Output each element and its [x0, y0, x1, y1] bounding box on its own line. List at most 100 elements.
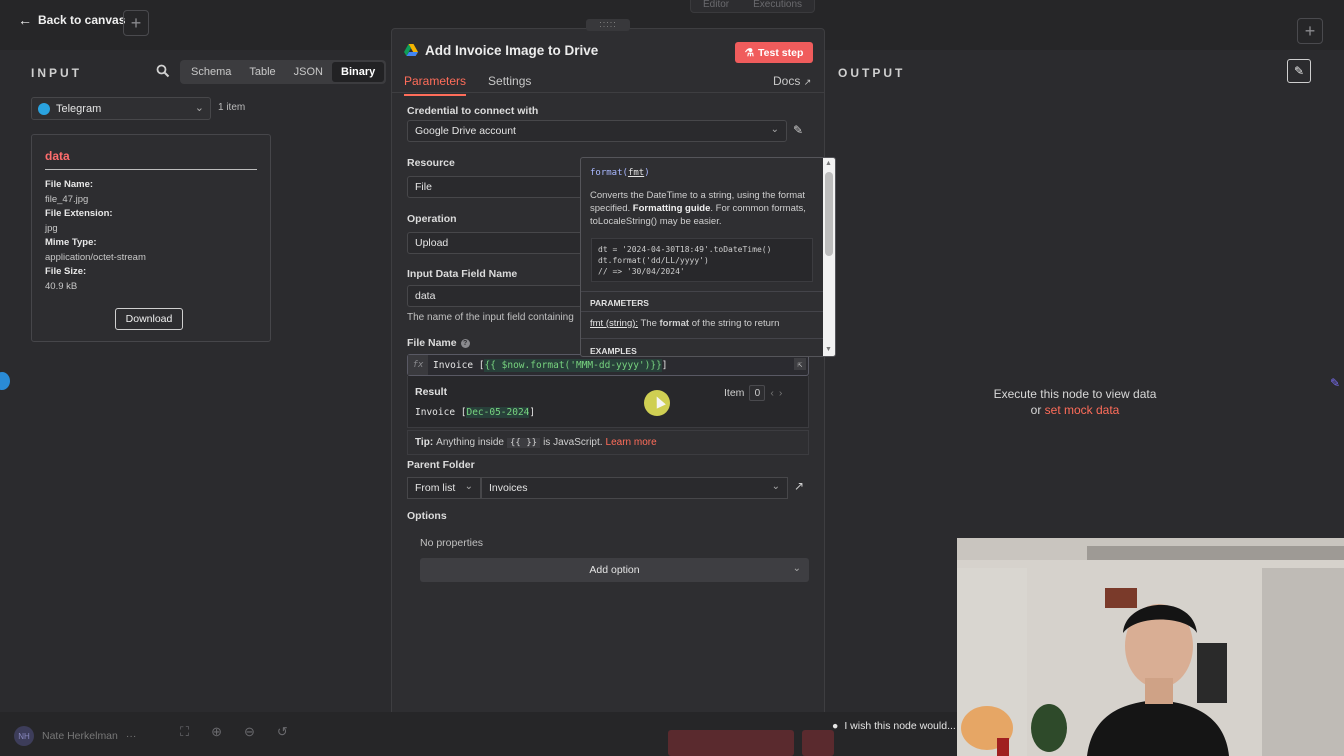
file-size-label: File Size:	[45, 266, 87, 277]
chevron-down-icon: ⌄	[464, 481, 473, 492]
mime-label: Mime Type:	[45, 237, 97, 248]
mode-table[interactable]: Table	[240, 62, 284, 82]
chevron-down-icon: ⌄	[792, 563, 801, 574]
back-to-canvas-label: Back to canvas	[38, 13, 126, 27]
function-signature: format(fmt)	[590, 168, 650, 178]
download-button[interactable]: Download	[115, 308, 183, 330]
result-date: Dec-05-2024	[466, 407, 530, 418]
cursor-highlight	[644, 390, 670, 416]
operation-label: Operation	[407, 213, 457, 225]
result-label: Result	[415, 386, 448, 398]
tab-parameters[interactable]: Parameters	[404, 74, 467, 96]
docs-label: Docs	[773, 74, 801, 88]
tab-editor[interactable]: Editor	[691, 0, 741, 12]
parent-folder-select[interactable]: Invoices ⌄	[481, 477, 788, 499]
input-data-field-label: Input Data Field Name	[407, 268, 518, 280]
help-icon[interactable]: ?	[460, 338, 470, 348]
webcam-image	[957, 538, 1344, 756]
test-step-label: Test step	[758, 46, 804, 59]
learn-more-link[interactable]: Learn more	[606, 437, 657, 448]
resource-select[interactable]: File	[407, 176, 587, 198]
add-node-button[interactable]: +	[123, 10, 149, 36]
input-panel: INPUT Schema Table JSON Binary Telegram …	[18, 50, 390, 712]
input-data-field[interactable]: data	[407, 285, 587, 307]
edit-output-button[interactable]: ✎	[1287, 59, 1311, 83]
file-name-label-text: File Name	[407, 337, 457, 349]
tab-settings[interactable]: Settings	[488, 74, 531, 96]
credential-value: Google Drive account	[415, 125, 516, 137]
expression-result: Result Item 0 ‹ › Invoice [Dec-05-2024]	[407, 376, 809, 428]
mode-schema[interactable]: Schema	[182, 62, 240, 82]
execute-workflow-button[interactable]	[668, 730, 794, 756]
options-label: Options	[407, 510, 447, 522]
scrollbar-thumb[interactable]	[825, 172, 833, 256]
zoom-out-icon[interactable]: ⊖	[244, 724, 255, 740]
resource-value: File	[415, 181, 432, 193]
mode-json[interactable]: JSON	[285, 62, 332, 82]
plus-icon: +	[130, 12, 142, 33]
item-index[interactable]: 0	[749, 385, 766, 401]
parent-mode-select[interactable]: From list ⌄	[407, 477, 481, 499]
input-title: INPUT	[31, 66, 82, 80]
param-desc-pre: The	[640, 318, 657, 329]
arrow-left-icon: ←	[18, 12, 32, 28]
node-title-text[interactable]: Add Invoice Image to Drive	[425, 43, 598, 58]
operation-value: Upload	[415, 237, 449, 249]
function-description: Converts the DateTime to a string, using…	[590, 189, 816, 228]
operation-select[interactable]: Upload	[407, 232, 587, 254]
docs-link[interactable]: Docs ↗	[773, 74, 811, 88]
param-row: fmt (string): The format of the string t…	[590, 318, 779, 329]
scroll-up-icon[interactable]: ▲	[825, 160, 832, 167]
no-properties-text: No properties	[420, 537, 484, 549]
add-node-right-button[interactable]: +	[1297, 18, 1323, 44]
expr-code: {{ $now.format('MMM-dd-yyyy')}}	[484, 358, 662, 372]
lightbulb-icon: ●	[832, 720, 839, 732]
more-icon[interactable]: ···	[126, 730, 137, 742]
scroll-down-icon[interactable]: ▼	[825, 346, 832, 353]
telegram-node-icon[interactable]	[0, 372, 10, 390]
edit-credential-icon[interactable]: ✎	[793, 123, 803, 137]
execute-message-text: Execute this node to view data	[993, 387, 1157, 401]
test-step-button[interactable]: ⚗ Test step	[735, 42, 813, 63]
file-name-value: file_47.jpg	[45, 194, 89, 205]
chevron-down-icon: ⌄	[194, 102, 204, 114]
fit-view-icon[interactable]: ⛶	[180, 724, 189, 740]
file-ext-value: jpg	[45, 223, 58, 234]
chevron-left-icon[interactable]: ‹	[770, 387, 774, 399]
result-suffix: ]	[529, 407, 536, 418]
zoom-in-icon[interactable]: ⊕	[211, 724, 222, 740]
open-folder-external-icon[interactable]: ↗	[794, 479, 804, 493]
divider	[581, 311, 825, 312]
google-drive-icon	[404, 44, 418, 56]
or-text: or	[1030, 403, 1042, 417]
expand-icon[interactable]: ⇱	[794, 358, 806, 370]
parent-mode-value: From list	[415, 482, 456, 494]
credential-select[interactable]: Google Drive account ⌄	[407, 120, 787, 142]
examples-heading: EXAMPLES	[590, 346, 637, 356]
input-source-select[interactable]: Telegram ⌄	[31, 97, 211, 120]
next-node-icon[interactable]: ✎	[1330, 376, 1344, 390]
node-settings-dialog: ::::: Add Invoice Image to Drive ⚗ Test …	[391, 19, 825, 734]
user-info[interactable]: NH Nate Herkelman ···	[14, 726, 136, 746]
dialog-tabs: Parameters Settings	[404, 74, 531, 96]
param-desc-bold: format	[659, 318, 690, 329]
feedback-link[interactable]: ● I wish this node would...	[832, 720, 956, 732]
pencil-icon: ✎	[1293, 64, 1305, 78]
chevron-right-icon[interactable]: ›	[779, 387, 783, 399]
add-option-button[interactable]: Add option ⌄	[420, 558, 809, 582]
tab-executions[interactable]: Executions	[741, 0, 814, 12]
binary-data-card: data File Name: file_47.jpg File Extensi…	[31, 134, 271, 342]
feedback-text: I wish this node would...	[844, 720, 956, 732]
back-to-canvas-link[interactable]: ← Back to canvas	[18, 12, 125, 28]
set-mock-data-link[interactable]: set mock data	[1045, 403, 1120, 417]
tooltip-scrollbar[interactable]: ▲ ▼	[823, 158, 835, 356]
display-mode-tabs: Schema Table JSON Binary	[180, 60, 387, 84]
undo-icon[interactable]: ↺	[277, 724, 288, 740]
mode-binary[interactable]: Binary	[332, 62, 385, 82]
search-icon[interactable]	[156, 64, 170, 78]
tip-text-2: is JavaScript.	[543, 437, 603, 448]
formatting-guide-link[interactable]: Formatting guide	[633, 203, 711, 214]
parameters-heading: PARAMETERS	[590, 298, 649, 308]
delete-button[interactable]	[802, 730, 834, 756]
file-name-expression-input[interactable]: fx Invoice [ {{ $now.format('MMM-dd-yyyy…	[407, 354, 809, 376]
